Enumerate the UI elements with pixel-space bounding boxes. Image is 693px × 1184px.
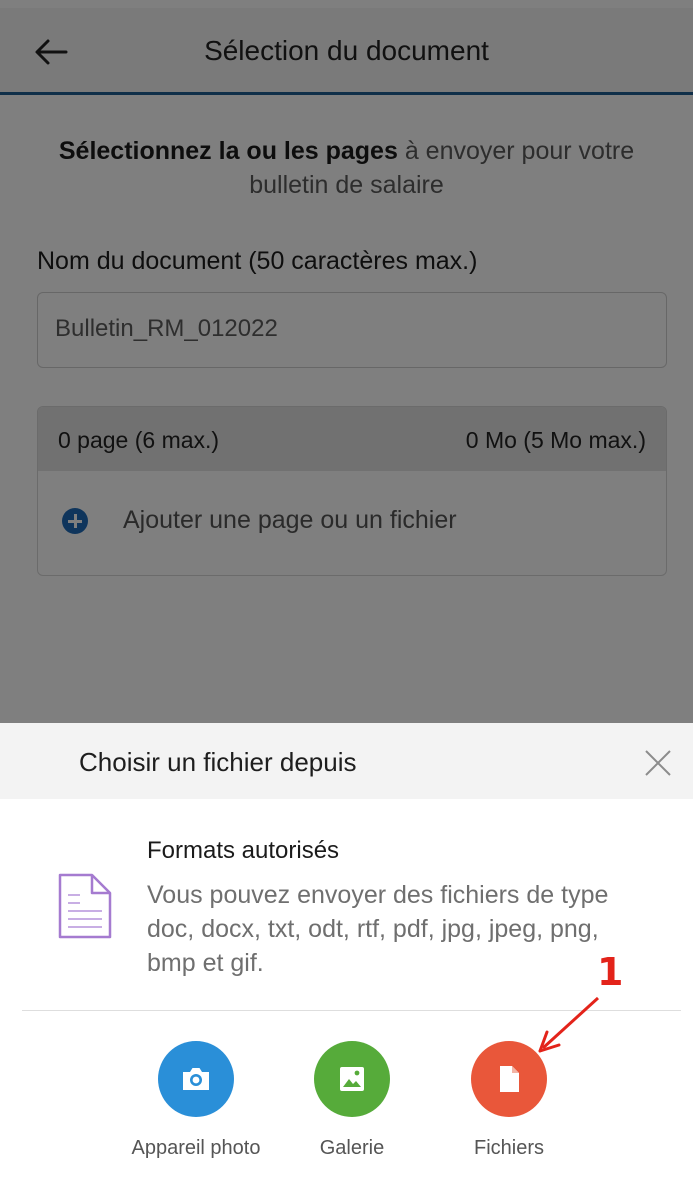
annotation-number: 1: [597, 950, 624, 994]
annotation-arrow: [538, 996, 600, 1053]
